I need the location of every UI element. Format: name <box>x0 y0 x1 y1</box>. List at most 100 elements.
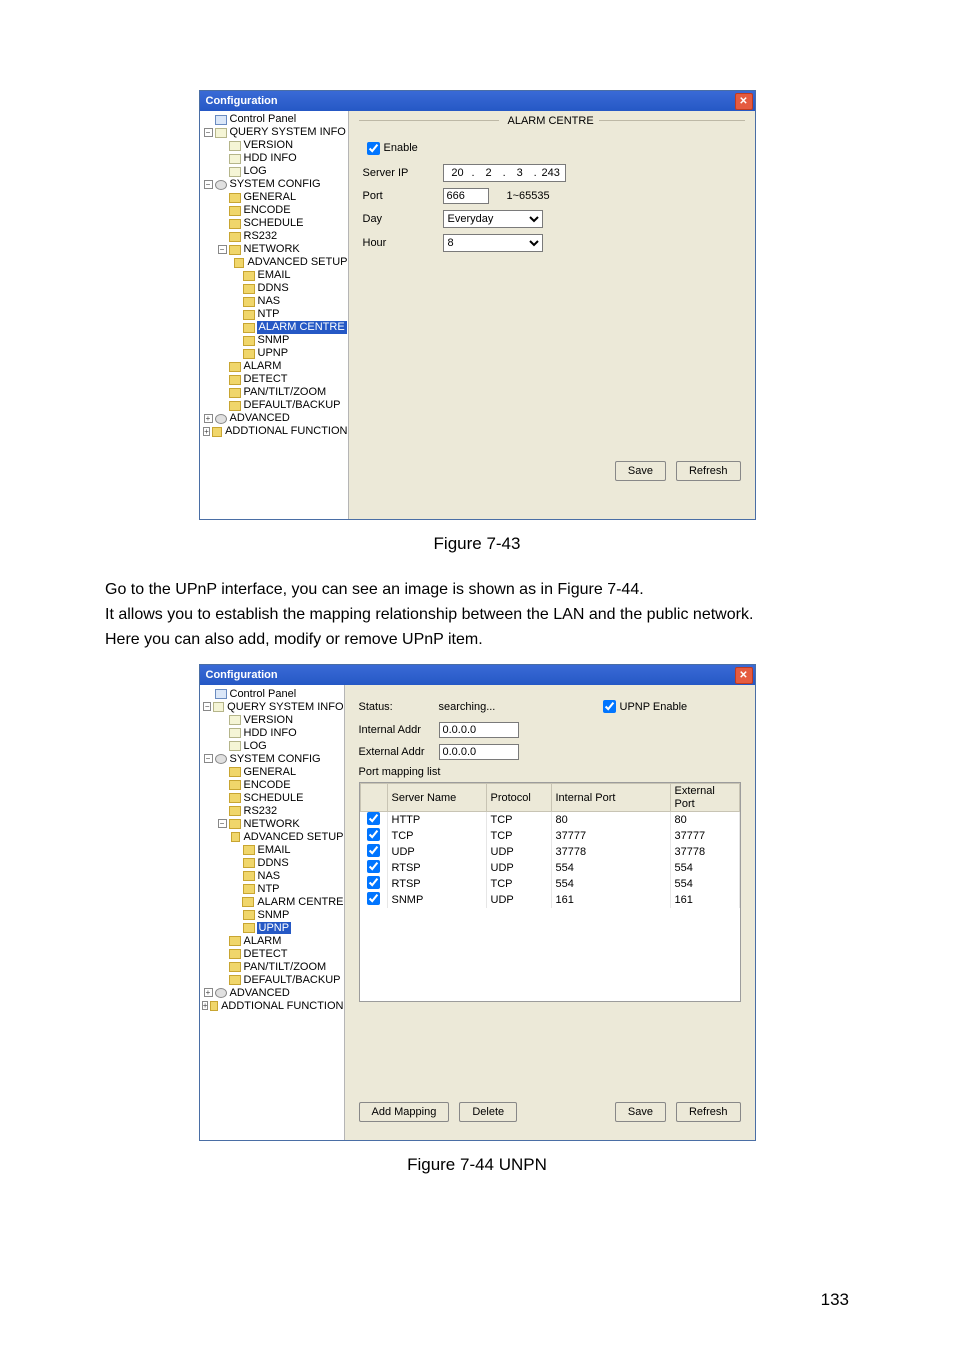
port-input[interactable] <box>443 188 489 204</box>
tree-pane[interactable]: Control Panel−QUERY SYSTEM INFOVERSIONHD… <box>200 111 349 519</box>
tree-item[interactable]: EMAIL <box>200 269 348 282</box>
tree-item[interactable]: −QUERY SYSTEM INFO <box>200 700 344 713</box>
tree-item[interactable]: UPNP <box>200 921 344 934</box>
tree-item[interactable]: DDNS <box>200 856 344 869</box>
tree-item[interactable]: HDD INFO <box>200 726 344 739</box>
collapse-icon[interactable]: − <box>203 702 211 711</box>
table-row[interactable]: UDPUDP3777837778 <box>360 844 739 860</box>
tree-item[interactable]: ALARM <box>200 934 344 947</box>
tree-item[interactable]: LOG <box>200 165 348 178</box>
table-row[interactable]: SNMPUDP161161 <box>360 892 739 908</box>
expand-icon[interactable]: + <box>202 1001 209 1010</box>
tree-item[interactable]: ADVANCED SETUP <box>200 830 344 843</box>
tree-item[interactable]: +ADVANCED <box>200 412 348 425</box>
table-row[interactable]: TCPTCP3777737777 <box>360 828 739 844</box>
tree-item[interactable]: SCHEDULE <box>200 791 344 804</box>
collapse-icon[interactable]: − <box>204 128 213 137</box>
tree-item[interactable]: GENERAL <box>200 191 348 204</box>
day-select[interactable]: Everyday <box>443 210 543 228</box>
tree-item[interactable]: VERSION <box>200 713 344 726</box>
row-checkbox[interactable] <box>367 844 380 857</box>
tree-item[interactable]: −NETWORK <box>200 243 348 256</box>
add-mapping-button[interactable]: Add Mapping <box>359 1102 450 1122</box>
table-row[interactable]: HTTPTCP8080 <box>360 811 739 828</box>
tree-item[interactable]: UPNP <box>200 347 348 360</box>
internal-addr-input[interactable] <box>439 722 519 738</box>
tree-item[interactable]: −QUERY SYSTEM INFO <box>200 126 348 139</box>
folder-icon <box>229 388 241 398</box>
tree-item[interactable]: DETECT <box>200 947 344 960</box>
tree-item[interactable]: ALARM CENTRE <box>200 321 348 334</box>
tree-pane[interactable]: Control Panel−QUERY SYSTEM INFOVERSIONHD… <box>200 685 345 1140</box>
hour-select[interactable]: 8 <box>443 234 543 252</box>
tree-item[interactable]: DEFAULT/BACKUP <box>200 973 344 986</box>
tree-item[interactable]: NAS <box>200 295 348 308</box>
tree-item[interactable]: SNMP <box>200 334 348 347</box>
tree-item[interactable]: DETECT <box>200 373 348 386</box>
row-checkbox[interactable] <box>367 828 380 841</box>
tree-item[interactable]: −SYSTEM CONFIG <box>200 178 348 191</box>
tree-item[interactable]: HDD INFO <box>200 152 348 165</box>
table-row[interactable]: RTSPTCP554554 <box>360 876 739 892</box>
tree-item[interactable]: −SYSTEM CONFIG <box>200 752 344 765</box>
tree-item[interactable]: ENCODE <box>200 204 348 217</box>
file-icon <box>229 167 241 177</box>
tree-item[interactable]: SNMP <box>200 908 344 921</box>
expand-icon[interactable]: + <box>203 427 211 436</box>
tree-item-label: SCHEDULE <box>243 217 304 229</box>
save-button[interactable]: Save <box>615 1102 666 1122</box>
day-label: Day <box>363 213 443 225</box>
tree-item[interactable]: Control Panel <box>200 113 348 126</box>
tree-item[interactable]: Control Panel <box>200 687 344 700</box>
tree-item[interactable]: EMAIL <box>200 843 344 856</box>
refresh-button[interactable]: Refresh <box>676 461 741 481</box>
row-checkbox[interactable] <box>367 892 380 905</box>
tree-item[interactable]: PAN/TILT/ZOOM <box>200 386 348 399</box>
tree-item[interactable]: +ADDTIONAL FUNCTION <box>200 999 344 1012</box>
tree-item[interactable]: +ADDTIONAL FUNCTION <box>200 425 348 438</box>
tree-item[interactable]: LOG <box>200 739 344 752</box>
folder-icon <box>243 336 255 346</box>
tree-item-label: PAN/TILT/ZOOM <box>243 961 327 973</box>
save-button[interactable]: Save <box>615 461 666 481</box>
tree-item-label: EMAIL <box>257 844 291 856</box>
row-checkbox[interactable] <box>367 860 380 873</box>
collapse-icon[interactable]: − <box>218 245 227 254</box>
delete-button[interactable]: Delete <box>459 1102 517 1122</box>
enable-checkbox[interactable] <box>367 142 380 155</box>
collapse-icon[interactable]: − <box>218 819 227 828</box>
tree-item[interactable]: −NETWORK <box>200 817 344 830</box>
row-checkbox[interactable] <box>367 812 380 825</box>
tree-item[interactable]: NTP <box>200 882 344 895</box>
enable-label: Enable <box>384 142 418 154</box>
tree-item[interactable]: NAS <box>200 869 344 882</box>
tree-item[interactable]: VERSION <box>200 139 348 152</box>
close-icon[interactable]: ✕ <box>735 93 753 110</box>
external-addr-input[interactable] <box>439 744 519 760</box>
tree-item[interactable]: RS232 <box>200 230 348 243</box>
tree-item[interactable]: +ADVANCED <box>200 986 344 999</box>
tree-item-label: LOG <box>243 165 267 177</box>
collapse-icon[interactable]: − <box>204 180 213 189</box>
collapse-icon[interactable]: − <box>204 754 213 763</box>
server-ip-input[interactable]: 20. 2. 3. 243 <box>443 164 566 182</box>
tree-item[interactable]: RS232 <box>200 804 344 817</box>
table-row[interactable]: RTSPUDP554554 <box>360 860 739 876</box>
tree-item[interactable]: DEFAULT/BACKUP <box>200 399 348 412</box>
row-checkbox[interactable] <box>367 876 380 889</box>
close-icon[interactable]: ✕ <box>735 667 753 684</box>
expand-icon[interactable]: + <box>204 988 213 997</box>
tree-item[interactable]: ADVANCED SETUP <box>200 256 348 269</box>
tree-item[interactable]: ALARM CENTRE <box>200 895 344 908</box>
tree-item[interactable]: DDNS <box>200 282 348 295</box>
upnp-enable-checkbox[interactable] <box>603 700 616 713</box>
expand-icon[interactable]: + <box>204 414 213 423</box>
port-mapping-table[interactable]: Server Name Protocol Internal Port Exter… <box>359 782 741 1002</box>
tree-item[interactable]: NTP <box>200 308 348 321</box>
refresh-button[interactable]: Refresh <box>676 1102 741 1122</box>
tree-item[interactable]: GENERAL <box>200 765 344 778</box>
tree-item[interactable]: PAN/TILT/ZOOM <box>200 960 344 973</box>
tree-item[interactable]: ENCODE <box>200 778 344 791</box>
tree-item[interactable]: SCHEDULE <box>200 217 348 230</box>
tree-item[interactable]: ALARM <box>200 360 348 373</box>
